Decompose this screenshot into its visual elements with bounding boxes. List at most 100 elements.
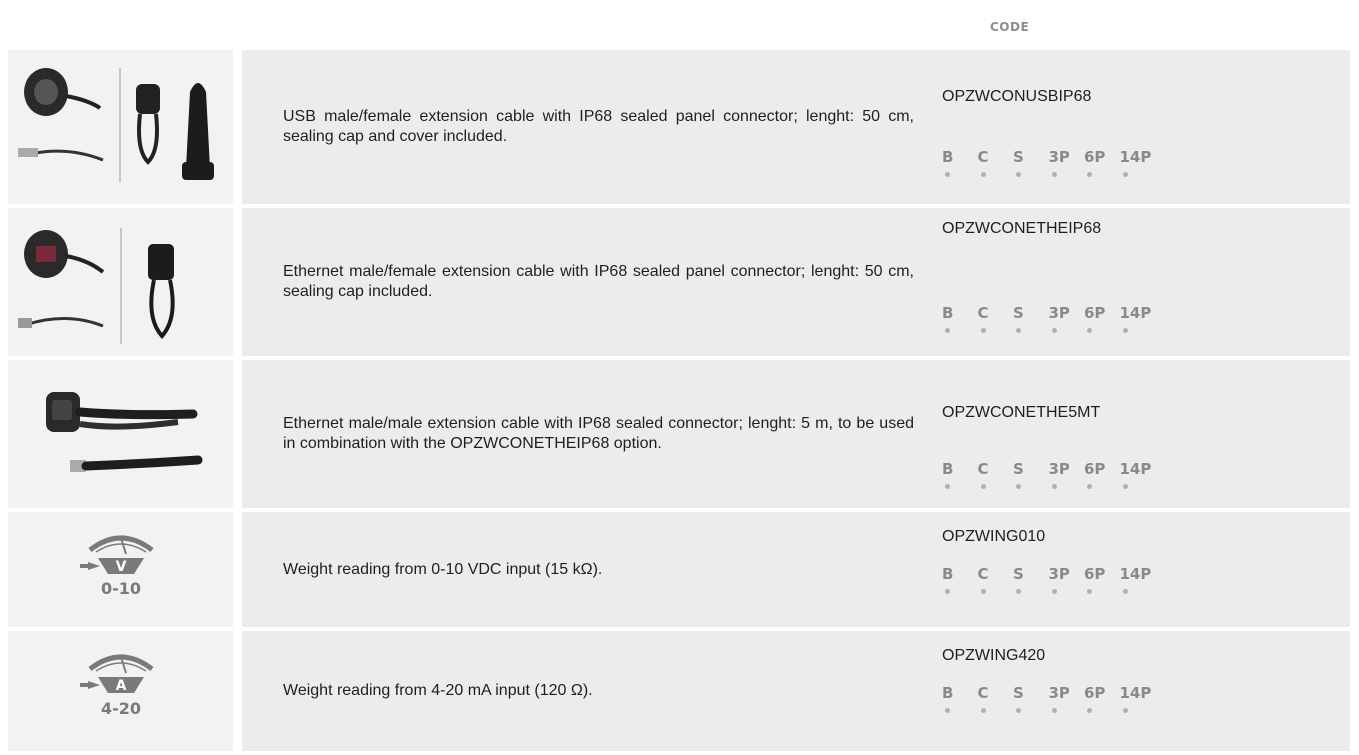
availability-dot	[980, 484, 986, 489]
svg-text:A: A	[116, 678, 127, 694]
model-14p: 14P	[1120, 565, 1156, 594]
model-s: S	[1013, 304, 1049, 333]
model-3p: 3P	[1049, 148, 1085, 177]
product-code: OPZWING010	[942, 528, 1046, 545]
model-c: C	[978, 460, 1014, 489]
availability-dot	[1016, 484, 1021, 489]
model-s: S	[1013, 565, 1049, 594]
model-c: C	[978, 565, 1014, 594]
model-b: B	[942, 304, 978, 333]
code-cell: OPZWING010 B C S 3P 6P 14P	[942, 512, 1350, 627]
ethernet-extension-cable-icon	[46, 392, 203, 472]
model-list: B C S 3P 6P 14P	[942, 460, 1155, 489]
model-s: S	[1013, 148, 1049, 177]
model-list: B C S 3P 6P 14P	[942, 565, 1155, 594]
product-row-4-20ma: A 4-20 Weight reading from 4-20 mA input…	[8, 631, 1350, 751]
model-6p: 6P	[1084, 565, 1120, 594]
svg-text:4-20: 4-20	[101, 699, 141, 718]
availability-dot	[945, 328, 950, 333]
model-14p: 14P	[1120, 684, 1156, 713]
product-image-4-20ma: A 4-20	[8, 631, 242, 751]
product-code: OPZWCONETHEIP68	[942, 220, 1102, 237]
model-6p: 6P	[1084, 304, 1120, 333]
availability-dot	[980, 172, 986, 177]
model-3p: 3P	[1049, 460, 1085, 489]
model-6p: 6P	[1084, 684, 1120, 713]
availability-dot	[945, 172, 950, 177]
code-cell: OPZWING420 B C S 3P 6P 14P	[942, 631, 1350, 751]
product-description: Weight reading from 0-10 VDC input (15 k…	[283, 560, 603, 578]
product-row-0-10v: V 0-10 Weight reading from 0-10 VDC inpu…	[8, 512, 1350, 627]
model-3p: 3P	[1049, 565, 1085, 594]
availability-dot	[1122, 484, 1128, 489]
availability-dot	[1087, 484, 1092, 489]
ethernet-panel-cable-icon	[18, 228, 175, 344]
product-description: Ethernet male/female extension cable wit…	[283, 263, 914, 300]
availability-dot	[1051, 484, 1057, 489]
availability-dot	[1016, 708, 1021, 713]
model-b: B	[942, 148, 978, 177]
code-column-header: CODE	[990, 20, 1030, 34]
product-row-ethernet-panel: Ethernet male/female extension cable wit…	[8, 208, 1350, 356]
availability-dot	[1016, 172, 1021, 177]
code-cell: OPZWCONETHEIP68 B C S 3P 6P 14P	[942, 208, 1350, 356]
availability-dot	[1087, 328, 1092, 333]
product-description: Ethernet male/male extension cable with …	[283, 415, 914, 452]
availability-dot	[980, 589, 986, 594]
model-list: B C S 3P 6P 14P	[942, 684, 1155, 713]
code-cell: OPZWCONETHE5MT B C S 3P 6P 14P	[942, 360, 1350, 508]
model-s: S	[1013, 460, 1049, 489]
availability-dot	[980, 328, 986, 333]
availability-dot	[980, 708, 986, 713]
model-3p: 3P	[1049, 304, 1085, 333]
availability-dot	[1051, 589, 1057, 594]
availability-dot	[945, 589, 950, 594]
product-image-ethernet-5m-cable	[8, 360, 242, 508]
product-image-usb-cable	[8, 50, 242, 204]
availability-dot	[1087, 172, 1092, 177]
voltmeter-input-icon: V 0-10	[80, 535, 154, 598]
model-b: B	[942, 565, 978, 594]
product-row-usb: USB male/female extension cable with IP6…	[8, 50, 1350, 204]
model-c: C	[978, 304, 1014, 333]
model-14p: 14P	[1120, 460, 1156, 489]
model-list: B C S 3P 6P 14P	[942, 148, 1155, 177]
product-code: OPZWCONUSBIP68	[942, 88, 1092, 105]
model-b: B	[942, 684, 978, 713]
model-6p: 6P	[1084, 148, 1120, 177]
availability-dot	[1051, 328, 1057, 333]
code-cell: OPZWCONUSBIP68 B C S 3P 6P 14P	[942, 50, 1350, 204]
ammeter-input-icon: A 4-20	[80, 654, 154, 718]
model-6p: 6P	[1084, 460, 1120, 489]
availability-dot	[945, 484, 950, 489]
availability-dot	[1016, 589, 1021, 594]
model-3p: 3P	[1049, 684, 1085, 713]
usb-cable-icon	[18, 68, 214, 182]
model-14p: 14P	[1120, 148, 1156, 177]
svg-text:0-10: 0-10	[101, 579, 141, 598]
availability-dot	[1051, 172, 1057, 177]
model-14p: 14P	[1120, 304, 1156, 333]
availability-dot	[1016, 328, 1021, 333]
model-c: C	[978, 684, 1014, 713]
product-description: Weight reading from 4-20 mA input (120 Ω…	[283, 682, 593, 699]
availability-dot	[945, 708, 950, 713]
availability-dot	[1122, 589, 1128, 594]
availability-dot	[1087, 589, 1092, 594]
availability-dot	[1122, 708, 1128, 713]
product-image-0-10v: V 0-10	[8, 512, 242, 627]
model-c: C	[978, 148, 1014, 177]
availability-dot	[1087, 708, 1092, 713]
model-list: B C S 3P 6P 14P	[942, 304, 1155, 333]
svg-text:V: V	[116, 559, 127, 575]
product-row-ethernet-5m: Ethernet male/male extension cable with …	[8, 360, 1350, 508]
model-b: B	[942, 460, 978, 489]
availability-dot	[1122, 172, 1128, 177]
product-code: OPZWING420	[942, 647, 1046, 664]
availability-dot	[1122, 328, 1128, 333]
product-description: USB male/female extension cable with IP6…	[283, 108, 914, 145]
product-code: OPZWCONETHE5MT	[942, 404, 1101, 421]
model-s: S	[1013, 684, 1049, 713]
product-image-ethernet-panel-cable	[8, 208, 242, 356]
availability-dot	[1051, 708, 1057, 713]
